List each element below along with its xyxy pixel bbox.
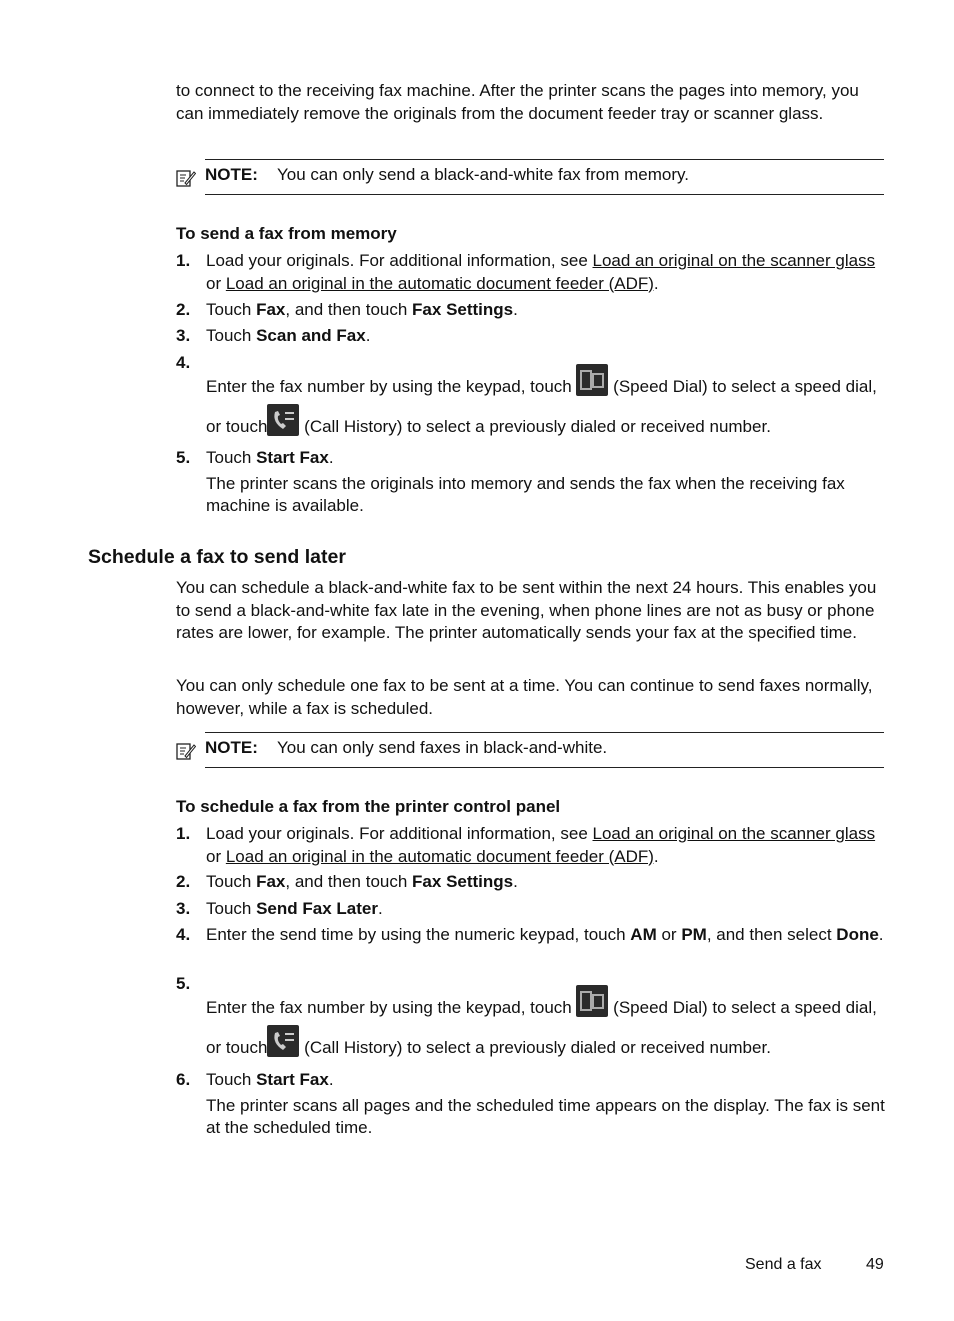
step: 4. Enter the fax number by using the key… (176, 353, 877, 436)
call-history-icon (267, 404, 300, 436)
intro-paragraph: to connect to the receiving fax machine.… (176, 81, 859, 123)
step: 4. Enter the send time by using the nume… (176, 925, 884, 944)
note-box: NOTE: You can only send faxes in black-a… (176, 732, 884, 768)
link-scanner-glass[interactable]: Load an original on the scanner glass (593, 251, 876, 270)
procedure-title: To schedule a fax from the printer contr… (176, 797, 561, 816)
section-paragraph: You can only schedule one fax to be sent… (176, 676, 873, 718)
speed-dial-icon (576, 985, 609, 1017)
page-number: 49 (866, 1256, 884, 1273)
procedure-title: To send a fax from memory (176, 224, 397, 243)
link-adf[interactable]: Load an original in the automatic docume… (226, 847, 654, 866)
note-text: You can only send a black-and-white fax … (277, 165, 689, 184)
divider (205, 159, 884, 160)
step: 6. Touch Start Fax. The printer scans al… (176, 1070, 885, 1137)
step: 2. Touch Fax, and then touch Fax Setting… (176, 872, 518, 891)
divider (205, 767, 884, 768)
step: 5. Touch Start Fax. The printer scans th… (176, 448, 845, 515)
divider (205, 194, 884, 195)
call-history-icon (267, 1025, 300, 1057)
step: 2. Touch Fax, and then touch Fax Setting… (176, 300, 518, 319)
note-pencil-icon (176, 743, 196, 760)
note-pencil-icon (176, 170, 196, 187)
note-label: NOTE: (205, 165, 258, 184)
step: 5. Enter the fax number by using the key… (176, 974, 877, 1057)
note-box: NOTE: You can only send a black-and-whit… (176, 159, 884, 195)
section-heading: Schedule a fax to send later (88, 546, 346, 568)
step: 3. Touch Scan and Fax. (176, 326, 371, 345)
link-scanner-glass[interactable]: Load an original on the scanner glass (593, 824, 876, 843)
footer-section: Send a fax (745, 1256, 822, 1273)
section-paragraph: You can schedule a black-and-white fax t… (176, 578, 877, 642)
step: 1. Load your originals. For additional i… (176, 824, 876, 866)
link-adf[interactable]: Load an original in the automatic docume… (226, 274, 654, 293)
note-text: You can only send faxes in black-and-whi… (277, 738, 608, 757)
divider (205, 732, 884, 733)
step: 1. Load your originals. For additional i… (176, 251, 876, 293)
note-label: NOTE: (205, 738, 258, 757)
step: 3. Touch Send Fax Later. (176, 899, 383, 918)
speed-dial-icon (576, 364, 609, 396)
